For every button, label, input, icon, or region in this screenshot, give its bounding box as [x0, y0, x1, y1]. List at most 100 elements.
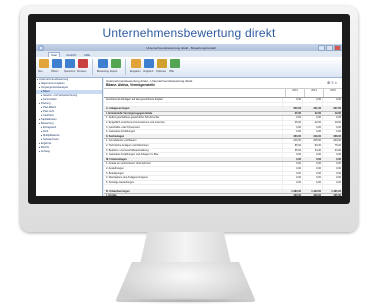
- tree-item[interactable]: ▸ Anhang: [36, 150, 102, 154]
- ribbon-separator: [92, 59, 93, 75]
- ribbon-button-icon[interactable]: [157, 59, 167, 68]
- grid-header: Unternehmensbewertung direkt - Unternehm…: [104, 78, 342, 89]
- table-cell[interactable]: 0,00: [282, 162, 302, 166]
- table-cell[interactable]: 19,00: [322, 111, 342, 116]
- table-cell[interactable]: 355,00: [282, 107, 302, 111]
- table-cell[interactable]: 205,00: [302, 139, 322, 143]
- table-cell[interactable]: [282, 102, 302, 107]
- table-cell[interactable]: 0,00: [282, 171, 302, 176]
- table-cell[interactable]: 327,00: [322, 107, 342, 111]
- table-cell[interactable]: 0,00: [282, 157, 302, 162]
- window-title: Unternehmensbewertung direkt - Bewertung…: [146, 45, 216, 50]
- table-cell[interactable]: 0,00: [302, 180, 322, 185]
- table-cell[interactable]: 0,00: [282, 176, 302, 180]
- table-cell[interactable]: 210,00: [282, 139, 302, 143]
- table-cell[interactable]: 0,00: [302, 98, 322, 102]
- ribbon-button-icon[interactable]: [78, 59, 88, 68]
- monitor-stand-neck: [140, 232, 231, 264]
- maximize-button[interactable]: [326, 44, 333, 51]
- table-cell[interactable]: 0,00: [282, 125, 302, 130]
- row-label: A. Anlagevermögen: [106, 107, 130, 111]
- table-cell[interactable]: 80,00: [302, 143, 322, 148]
- app-body: ▸ Unternehmensbewertung ▸ Allgemeine Anga…: [36, 78, 342, 196]
- table-row[interactable]: I. Vorräte 420,00 430,00 445,00: [104, 194, 342, 196]
- table-cell[interactable]: 0,00: [302, 171, 322, 176]
- table-cell[interactable]: 1.465,00: [322, 189, 342, 194]
- ribbon-button-icon[interactable]: [131, 59, 141, 68]
- table-cell[interactable]: 19,00: [322, 120, 342, 125]
- table-cell[interactable]: 330,00: [282, 134, 302, 139]
- table-cell[interactable]: 0,00: [322, 153, 342, 157]
- table-cell[interactable]: 0,00: [322, 166, 342, 171]
- close-button[interactable]: [334, 44, 341, 51]
- table-cell[interactable]: 33,00: [322, 148, 342, 153]
- column-heading: 2013: [285, 89, 304, 97]
- table-cell[interactable]: 0,00: [322, 176, 342, 180]
- table-cell[interactable]: 0,00: [322, 171, 342, 176]
- stand-shadow: [110, 298, 261, 304]
- table-cell[interactable]: 0,00: [282, 116, 302, 120]
- table-cell[interactable]: 0,00: [302, 130, 322, 134]
- table-cell[interactable]: 75,00: [322, 143, 342, 148]
- ribbon-button-icon[interactable]: [52, 59, 62, 68]
- table-cell[interactable]: 0,00: [302, 162, 322, 166]
- screen: Unternehmensbewertung direkt Unternehmen…: [36, 22, 342, 196]
- ribbon-button-label: Speichern: [64, 70, 76, 73]
- table-cell[interactable]: 0,00: [322, 130, 342, 134]
- table-cell[interactable]: 0,00: [282, 98, 302, 102]
- monitor-bezel: Unternehmensbewertung direkt Unternehmen…: [28, 14, 350, 204]
- table-cell[interactable]: 0,00: [302, 153, 322, 157]
- table-cell[interactable]: 0,00: [322, 125, 342, 130]
- table-cell[interactable]: [282, 185, 302, 189]
- ribbon-button-icon[interactable]: [170, 59, 180, 68]
- row-label: 4. Geleistete Anzahlungen: [106, 130, 136, 134]
- table-cell[interactable]: 1.420,00: [302, 189, 322, 194]
- ribbon-button-icon[interactable]: [111, 59, 121, 68]
- table-cell[interactable]: 0,00: [282, 166, 302, 171]
- table-cell[interactable]: 22,00: [302, 120, 322, 125]
- ribbon-button-label: Neu: [38, 70, 43, 73]
- ribbon-button-label: Hilfe: [169, 70, 175, 73]
- table-cell[interactable]: 445,00: [322, 194, 342, 196]
- ribbon-button-icon[interactable]: [144, 59, 154, 68]
- table-cell[interactable]: 319,00: [302, 134, 322, 139]
- table-cell[interactable]: 0,00: [282, 153, 302, 157]
- table-cell[interactable]: 0,00: [302, 125, 322, 130]
- table-cell[interactable]: 430,00: [302, 194, 322, 196]
- row-label: 4. Wertpapiere des Anlagevermögens: [106, 176, 148, 180]
- table-cell[interactable]: 0,00: [322, 116, 342, 120]
- table-cell[interactable]: 308,00: [322, 134, 342, 139]
- table-cell[interactable]: 25,00: [282, 120, 302, 125]
- close-icon[interactable]: ×: [335, 80, 338, 85]
- table-cell[interactable]: 341,00: [302, 107, 322, 111]
- table-cell[interactable]: [322, 102, 342, 107]
- table-cell[interactable]: 0,00: [322, 180, 342, 185]
- table-cell[interactable]: 85,00: [282, 143, 302, 148]
- table-cell[interactable]: 0,00: [302, 116, 322, 120]
- table-cell[interactable]: 200,00: [322, 139, 342, 143]
- table-cell[interactable]: 0,00: [302, 157, 322, 162]
- table-cell[interactable]: 0,00: [282, 180, 302, 185]
- table-cell[interactable]: 0,00: [302, 176, 322, 180]
- table-cell[interactable]: 0,00: [322, 157, 342, 162]
- table-cell[interactable]: 25,00: [282, 111, 302, 116]
- table-cell[interactable]: 0,00: [282, 130, 302, 134]
- table-cell[interactable]: 420,00: [282, 194, 302, 196]
- table-cell[interactable]: 0,00: [302, 166, 322, 171]
- table-cell[interactable]: 0,00: [322, 162, 342, 166]
- table-cell[interactable]: 34,00: [302, 148, 322, 153]
- table-cell[interactable]: [302, 185, 322, 189]
- table-cell[interactable]: [302, 102, 322, 107]
- monitor-stand-base: [115, 262, 256, 302]
- ribbon-button-icon[interactable]: [65, 59, 75, 68]
- row-label: 1. Anteile an verbundenen Unternehmen: [106, 162, 151, 166]
- ribbon-button-icon[interactable]: [39, 59, 49, 68]
- minimize-button[interactable]: [318, 44, 325, 51]
- table-cell[interactable]: 35,00: [282, 148, 302, 153]
- table-cell[interactable]: 22,00: [302, 111, 322, 116]
- table-cell[interactable]: 1.380,00: [282, 189, 302, 194]
- ribbon-button-icon[interactable]: [98, 59, 108, 68]
- monitor: Unternehmensbewertung direkt Unternehmen…: [20, 6, 358, 232]
- table-cell[interactable]: [322, 185, 342, 189]
- table-cell[interactable]: 0,00: [322, 98, 342, 102]
